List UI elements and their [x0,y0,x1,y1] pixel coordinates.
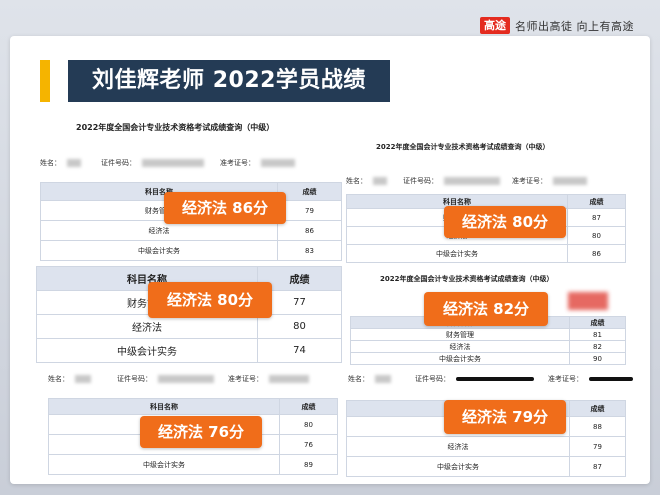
score-cell: 86 [567,244,626,263]
cert-label: 证件号码： [101,159,136,167]
brand: 高途 名师出高徒 向上有高途 [480,17,634,34]
score-cell: 76 [279,434,338,455]
subject-header: 科目名称 [48,398,280,415]
ticket-label: 准考证号： [228,375,263,383]
score-cell: 80 [257,314,342,339]
score-header: 成绩 [569,316,626,329]
subject-cell: 财务管理 [350,328,570,341]
score-cell: 87 [567,208,626,227]
score-report-2: 2022年度全国会计专业技术资格考试成绩查询（中级） 姓名： 证件号码： 准考证… [344,138,628,266]
score-badge: 经济法 76分 [140,416,262,448]
report-info-row: 姓名： 证件号码： 准考证号： [346,176,587,186]
score-cell: 82 [569,340,626,353]
score-cell: 86 [277,220,342,241]
report-title: 2022年度全国会计专业技术资格考试成绩查询（中级） [76,123,275,132]
score-cell: 79 [277,200,342,221]
subject-cell: 中级会计实务 [48,454,280,475]
score-cell: 81 [569,328,626,341]
subject-cell: 中级会计实务 [346,456,570,477]
subject-cell: 经济法 [346,436,570,457]
subject-cell: 中级会计实务 [346,244,568,263]
report-info-row: 姓名： 证件号码： 准考证号： [348,374,633,384]
ticket-label: 准考证号： [220,159,255,167]
name-label: 姓名： [346,177,367,185]
brand-slogan: 名师出高徒 向上有高途 [515,19,634,33]
score-badge: 经济法 86分 [164,192,286,224]
subject-cell: 经济法 [350,340,570,353]
cert-label: 证件号码： [415,375,450,383]
subject-cell: 中级会计实务 [36,338,258,363]
report-title: 2022年度全国会计专业技术资格考试成绩查询（中级） [380,275,554,283]
subject-cell: 中级会计实务 [40,240,278,261]
report-info-row: 姓名： 证件号码： 准考证号： [40,158,295,168]
cert-label: 证件号码： [403,177,438,185]
name-label: 姓名： [348,375,369,383]
score-cell: 74 [257,338,342,363]
score-badge: 经济法 79分 [444,400,566,434]
score-badge: 经济法 80分 [444,206,566,238]
ticket-label: 准考证号： [512,177,547,185]
score-header: 成绩 [569,400,626,417]
score-cell: 88 [569,416,626,437]
report-title: 2022年度全国会计专业技术资格考试成绩查询（中级） [376,143,550,151]
score-badge: 经济法 80分 [148,282,272,318]
score-cell: 89 [279,454,338,475]
subject-cell: 经济法 [36,314,258,339]
name-label: 姓名： [40,159,61,167]
ticket-label: 准考证号： [548,375,583,383]
page-title: 刘佳辉老师 2022学员战绩 [68,60,390,102]
redaction-mark [568,292,608,310]
report-info-row: 姓名： 证件号码： 准考证号： [48,374,309,384]
score-header: 成绩 [277,182,342,201]
cert-label: 证件号码： [117,375,152,383]
score-cell: 90 [569,352,626,365]
score-header: 成绩 [279,398,338,415]
top-bar: 高途 名师出高徒 向上有高途 [0,0,660,36]
brand-logo: 高途 [480,17,510,34]
subject-cell: 中级会计实务 [350,352,570,365]
score-cell: 87 [569,456,626,477]
score-cell: 83 [277,240,342,261]
score-badge: 经济法 82分 [424,292,548,326]
score-cell: 80 [279,414,338,435]
name-label: 姓名： [48,375,69,383]
score-cell: 79 [569,436,626,457]
score-cell: 80 [567,226,626,245]
title-accent-bar [40,60,50,102]
score-header: 成绩 [567,194,626,209]
